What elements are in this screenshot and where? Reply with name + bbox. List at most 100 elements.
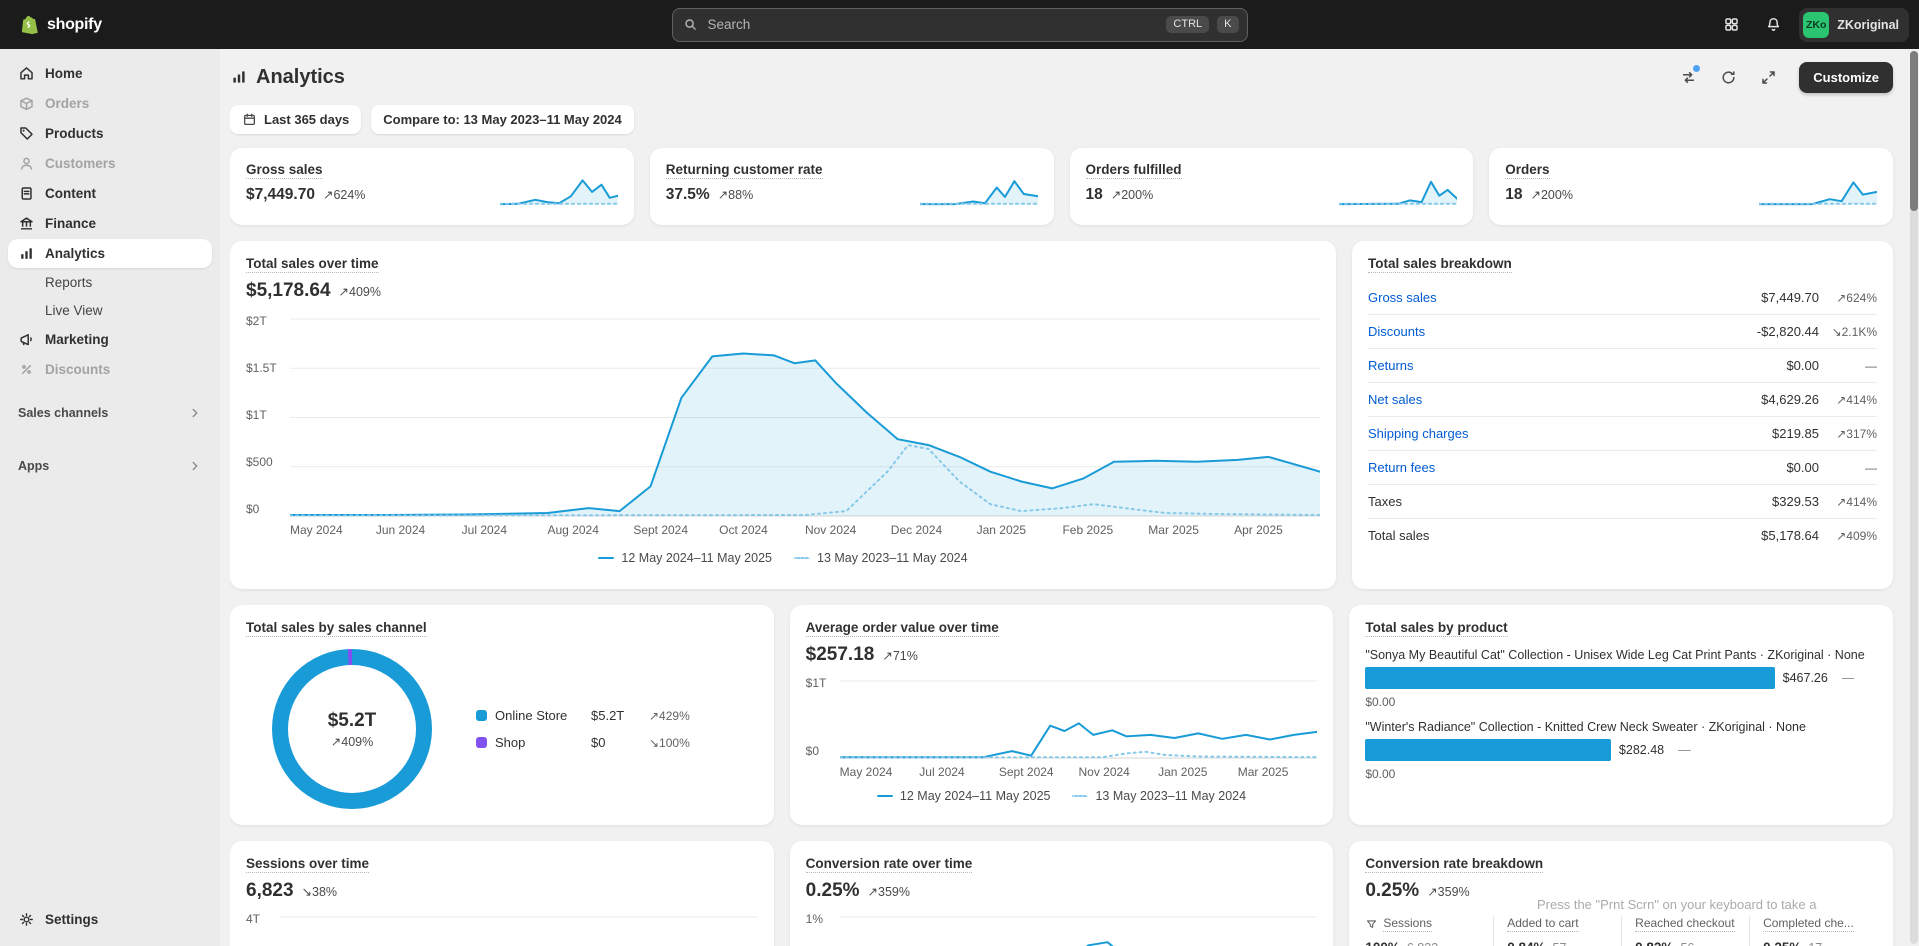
metric-card-orders[interactable]: Orders 18↗200%: [1489, 148, 1893, 225]
global-search[interactable]: CTRL K: [672, 8, 1248, 42]
sidebar-item-customers[interactable]: Customers: [8, 149, 212, 178]
breakdown-label[interactable]: Discounts: [1368, 324, 1425, 339]
topbar: shopify CTRL K ZKo ZKoriginal: [0, 0, 1919, 49]
sparkline-chart: [920, 171, 1038, 207]
breakdown-label[interactable]: Net sales: [1368, 392, 1422, 407]
product-bar: [1365, 667, 1774, 689]
legend-dashed-marker: [1072, 795, 1088, 797]
sidebar-item-settings[interactable]: Settings: [8, 905, 212, 934]
search-input[interactable]: [706, 16, 1159, 33]
brand-wordmark: shopify: [47, 16, 102, 34]
sidebar-item-analytics[interactable]: Analytics: [8, 239, 212, 268]
metric-card-returning-customer-rate[interactable]: Returning customer rate 37.5%↗88%: [650, 148, 1054, 225]
apps-grid-icon: [1723, 16, 1740, 33]
funnel-step-completed-checkout: Completed che... 0.25%17: [1749, 916, 1877, 946]
compare-chip[interactable]: Compare to: 13 May 2023–11 May 2024: [371, 105, 633, 134]
metric-row: Gross sales $7,449.70↗624% Returning cus…: [230, 148, 1893, 225]
shopify-logo-icon: [18, 13, 40, 37]
donut-value: $5.2T: [328, 710, 377, 732]
sidebar-item-reports[interactable]: Reports: [8, 269, 212, 296]
metric-label: Returning customer rate: [666, 162, 823, 179]
shopify-logo[interactable]: shopify: [0, 13, 230, 37]
metric-card-gross-sales[interactable]: Gross sales $7,449.70↗624%: [230, 148, 634, 225]
scrollbar-thumb[interactable]: [1910, 51, 1918, 211]
step-pct: 0.84%: [1507, 940, 1545, 946]
sidebar-item-label: Finance: [45, 216, 96, 231]
conversion-rate-card: Conversion rate over time 0.25% ↗359% 1%: [790, 841, 1334, 946]
breakdown-delta: —: [1819, 359, 1877, 373]
sidebar-item-orders[interactable]: Orders: [8, 89, 212, 118]
sessions-over-time-card: Sessions over time 6,823 ↘38% 4T: [230, 841, 774, 946]
metric-value: 18: [1086, 186, 1103, 204]
customize-button[interactable]: Customize: [1799, 62, 1893, 93]
product-label: "Winter's Radiance" Collection - Knitted…: [1365, 720, 1877, 734]
x-tick: Jun 2024: [376, 523, 462, 537]
sidebar-item-live-view[interactable]: Live View: [8, 297, 212, 324]
kbd-ctrl: CTRL: [1166, 16, 1209, 33]
sidebar-item-label: Orders: [45, 96, 89, 111]
channel-delta: ↗429%: [649, 709, 690, 723]
sidebar-item-label: Content: [45, 186, 96, 201]
sidebar-item-discounts[interactable]: Discounts: [8, 355, 212, 384]
y-tick: $1T: [806, 676, 840, 690]
metric-card-orders-fulfilled[interactable]: Orders fulfilled 18↗200%: [1070, 148, 1474, 225]
x-tick: May 2024: [290, 523, 376, 537]
sessions-delta: ↘38%: [302, 884, 338, 899]
sparkline-chart: [1759, 171, 1877, 207]
sparkline-chart: [1339, 171, 1457, 207]
breakdown-row: Returns $0.00—: [1368, 349, 1877, 383]
total-sales-value: $5,178.64: [246, 280, 331, 302]
metric-value: $7,449.70: [246, 186, 315, 204]
product-row: "Winter's Radiance" Collection - Knitted…: [1365, 720, 1877, 781]
notifications-button[interactable]: [1757, 9, 1789, 41]
y-tick: $2T: [246, 314, 290, 328]
channel-delta: ↘100%: [649, 736, 690, 750]
breakdown-delta: ↗624%: [1819, 291, 1877, 305]
x-tick: Jan 2025: [977, 523, 1063, 537]
x-tick: Oct 2024: [719, 523, 805, 537]
x-tick: Jul 2024: [462, 523, 548, 537]
breakdown-delta: ↗414%: [1819, 393, 1877, 407]
finance-icon: [18, 215, 35, 232]
breakdown-label: Taxes: [1368, 494, 1402, 509]
fullscreen-button[interactable]: [1751, 60, 1785, 94]
step-label: Sessions: [1383, 916, 1432, 932]
metric-delta: ↗88%: [718, 187, 754, 202]
product-compare-dash: —: [1678, 743, 1691, 757]
apps-grid-button[interactable]: [1715, 9, 1747, 41]
metric-value: 18: [1505, 186, 1522, 204]
breakdown-label[interactable]: Shipping charges: [1368, 426, 1468, 441]
donut-delta: ↗409%: [331, 734, 373, 749]
compare-toggle-button[interactable]: [1671, 60, 1705, 94]
x-tick: Sept 2024: [633, 523, 719, 537]
bar-chart-icon: [230, 68, 248, 86]
breakdown-label[interactable]: Return fees: [1368, 460, 1435, 475]
sidebar-item-marketing[interactable]: Marketing: [8, 325, 212, 354]
y-tick: 1%: [806, 912, 840, 926]
user-menu[interactable]: ZKo ZKoriginal: [1799, 8, 1909, 42]
step-count: 6,823: [1407, 941, 1438, 946]
metric-delta: ↗200%: [1531, 187, 1573, 202]
total-sales-delta: ↗409%: [339, 284, 381, 299]
breakdown-label[interactable]: Returns: [1368, 358, 1414, 373]
sidebar-item-label: Discounts: [45, 362, 110, 377]
sidebar-item-content[interactable]: Content: [8, 179, 212, 208]
sidebar-item-label: Home: [45, 66, 83, 81]
breakdown-delta: ↗414%: [1819, 495, 1877, 509]
breakdown-delta: ↘2.1K%: [1819, 325, 1877, 339]
breakdown-label[interactable]: Gross sales: [1368, 290, 1437, 305]
sidebar-item-label: Settings: [45, 912, 98, 927]
date-range-chip[interactable]: Last 365 days: [230, 105, 361, 134]
x-tick: Jul 2024: [919, 765, 999, 779]
x-tick: Aug 2024: [547, 523, 633, 537]
sidebar-item-products[interactable]: Products: [8, 119, 212, 148]
breakdown-value: $5,178.64: [1761, 528, 1819, 543]
page-scrollbar: [1910, 51, 1918, 944]
legend-label: 12 May 2024–11 May 2025: [621, 551, 772, 565]
refresh-button[interactable]: [1711, 60, 1745, 94]
orders-icon: [18, 95, 35, 112]
sidebar-section-apps[interactable]: Apps: [8, 452, 212, 480]
sidebar-item-finance[interactable]: Finance: [8, 209, 212, 238]
sidebar-item-home[interactable]: Home: [8, 59, 212, 88]
sidebar-section-sales-channels[interactable]: Sales channels: [8, 399, 212, 427]
